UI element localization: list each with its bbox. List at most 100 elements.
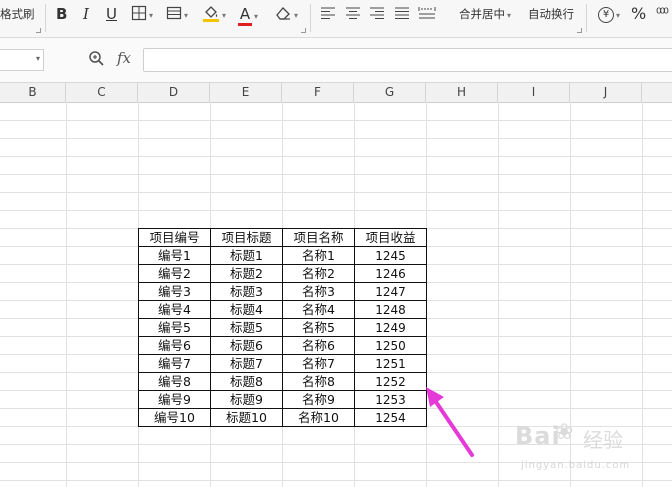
table-cell[interactable]: 名称10 [282,408,355,427]
comma-style-icon: ⁰⁰⁰ [656,6,669,22]
table-cell[interactable]: 标题5 [210,318,283,337]
column-header-c[interactable]: C [66,83,138,102]
table-cell[interactable]: 名称7 [282,354,355,373]
align-right-button[interactable] [369,3,385,25]
table-cell[interactable]: 1254 [354,408,427,427]
chevron-down-icon: ▾ [184,11,189,20]
distribute-icon [418,7,436,19]
chevron-down-icon: ▾ [149,11,154,20]
bold-button[interactable]: B [56,3,67,25]
zoom-search-icon[interactable] [88,50,105,71]
table-cell[interactable]: 标题10 [210,408,283,427]
italic-button[interactable]: I [83,3,89,25]
table-row: 编号1 标题1 名称1 1245 [138,246,427,265]
column-header-bar: B C D E F G H I J [0,83,672,103]
fill-color-button[interactable]: ▾ [202,3,226,25]
justify-button[interactable] [394,3,410,25]
table-cell[interactable]: 名称4 [282,300,355,319]
table-cell[interactable]: 1246 [354,264,427,283]
justify-icon [395,7,409,19]
insert-function-button[interactable]: fx [117,49,131,67]
column-header-h[interactable]: H [426,83,498,102]
name-box[interactable]: ▾ [0,49,44,71]
column-header-f[interactable]: F [282,83,354,102]
table-row: 编号9 标题9 名称9 1253 [138,390,427,409]
align-left-icon [321,7,335,19]
chevron-down-icon[interactable]: ▾ [36,54,40,63]
baidu-watermark: Bai ❀ 经验 jingyan.baidu.com [485,418,665,484]
chevron-down-icon: ▾ [294,11,299,20]
table-cell[interactable]: 编号8 [138,372,211,391]
table-cell[interactable]: 名称9 [282,390,355,409]
align-center-button[interactable] [345,3,361,25]
table-cell[interactable]: 1251 [354,354,427,373]
table-cell[interactable]: 名称6 [282,336,355,355]
align-right-icon [370,7,384,19]
alignment-group-launcher[interactable] [577,28,582,33]
table-cell[interactable]: 标题2 [210,264,283,283]
column-header-b[interactable]: B [0,83,66,102]
merge-center-button[interactable]: 合并居中 ▾ [459,3,511,25]
eraser-icon [276,7,290,20]
column-header-i[interactable]: I [498,83,570,102]
table-cell[interactable]: 编号7 [138,354,211,373]
table-cell[interactable]: 编号9 [138,390,211,409]
table-cell[interactable]: 标题4 [210,300,283,319]
table-cell[interactable]: 1253 [354,390,427,409]
annotation-arrow [426,387,474,457]
table-cell[interactable]: 1252 [354,372,427,391]
paint-bucket-icon [203,6,219,22]
grid-row-line [0,210,672,211]
column-header-d[interactable]: D [138,83,210,102]
table-cell[interactable]: 1245 [354,246,427,265]
table-row: 编号3 标题3 名称3 1247 [138,282,427,301]
table-cell[interactable]: 1247 [354,282,427,301]
table-cell[interactable]: 名称2 [282,264,355,283]
table-header-cell[interactable]: 项目编号 [138,228,211,247]
table-cell[interactable]: 编号6 [138,336,211,355]
table-cell[interactable]: 标题9 [210,390,283,409]
grid-row-line [0,156,672,157]
table-cell[interactable]: 编号5 [138,318,211,337]
table-cell[interactable]: 编号4 [138,300,211,319]
underline-button[interactable]: U [106,3,117,25]
column-header-e[interactable]: E [210,83,282,102]
format-painter-button[interactable]: 格式刷 [0,3,35,25]
table-header-row: 项目编号 项目标题 项目名称 项目收益 [138,228,427,247]
table-cell[interactable]: 1249 [354,318,427,337]
column-header-j[interactable]: J [570,83,642,102]
formula-input[interactable] [143,48,672,72]
wrap-text-button[interactable]: 自动换行 [528,3,574,25]
table-cell[interactable]: 标题6 [210,336,283,355]
font-group-launcher[interactable] [301,28,306,33]
percent-format-button[interactable]: % [631,3,646,25]
column-header-g[interactable]: G [354,83,426,102]
thousands-separator-button[interactable]: ⁰⁰⁰ [656,3,669,25]
table-cell[interactable]: 1248 [354,300,427,319]
table-cell[interactable]: 编号1 [138,246,211,265]
align-left-button[interactable] [320,3,336,25]
table-cell[interactable]: 标题3 [210,282,283,301]
table-cell[interactable]: 1250 [354,336,427,355]
font-color-button[interactable]: A ▾ [238,3,258,26]
table-header-cell[interactable]: 项目名称 [282,228,355,247]
table-cell[interactable]: 标题7 [210,354,283,373]
table-header-cell[interactable]: 项目标题 [210,228,283,247]
grid-row-line [0,174,672,175]
distribute-button[interactable] [418,3,436,25]
table-cell[interactable]: 名称3 [282,282,355,301]
borders-button[interactable]: ▾ [131,3,153,25]
currency-format-button[interactable]: ¥ ▾ [598,3,620,25]
table-cell[interactable]: 编号3 [138,282,211,301]
table-cell[interactable]: 标题1 [210,246,283,265]
table-cell[interactable]: 编号2 [138,264,211,283]
clipboard-group-launcher[interactable] [36,28,41,33]
table-cell[interactable]: 标题8 [210,372,283,391]
table-header-cell[interactable]: 项目收益 [354,228,427,247]
table-cell[interactable]: 编号10 [138,408,211,427]
table-cell[interactable]: 名称5 [282,318,355,337]
cell-style-button[interactable]: ▾ [166,3,188,25]
table-cell[interactable]: 名称8 [282,372,355,391]
clear-format-button[interactable]: ▾ [274,3,298,25]
table-cell[interactable]: 名称1 [282,246,355,265]
